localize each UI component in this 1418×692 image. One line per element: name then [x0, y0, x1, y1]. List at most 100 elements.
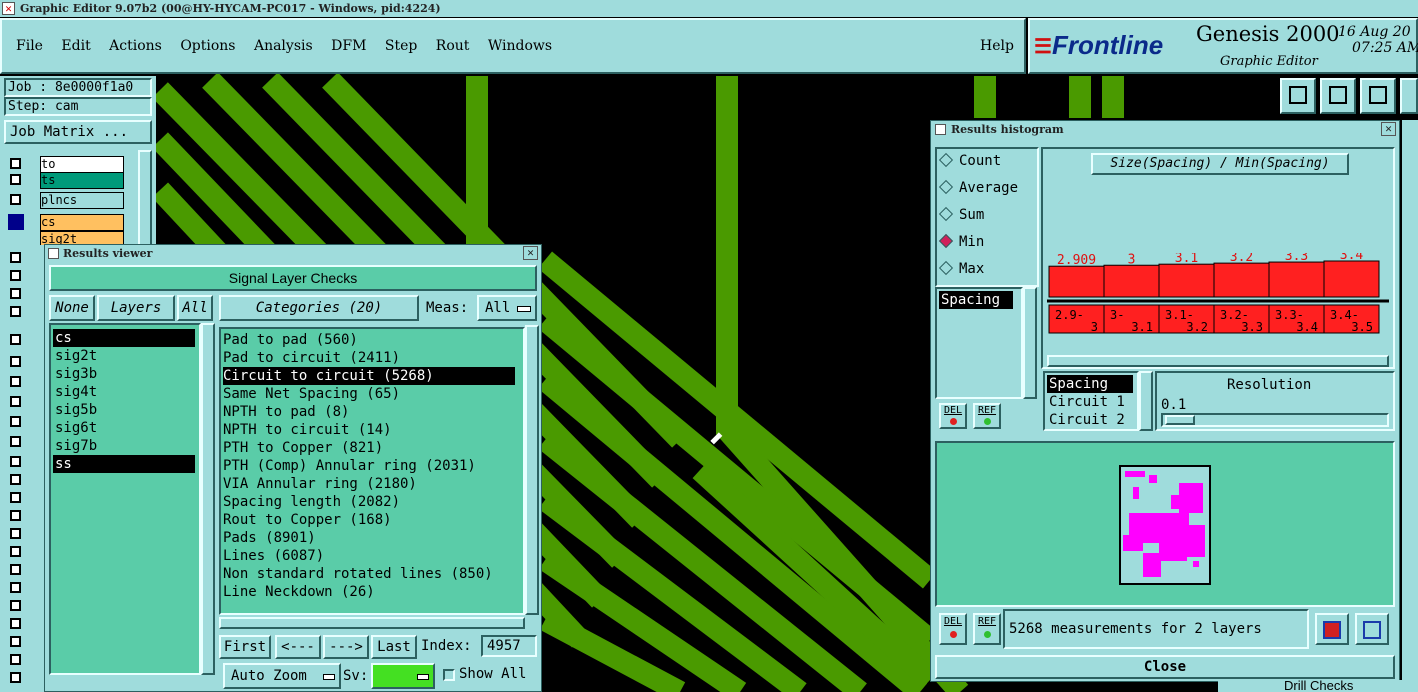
list-item[interactable]: Rout to Copper (168)	[223, 511, 521, 529]
field-scrollbar[interactable]	[1139, 371, 1153, 431]
close-button[interactable]: Close	[935, 655, 1395, 679]
layer-checkbox[interactable]	[10, 306, 21, 317]
menu-windows[interactable]: Windows	[488, 38, 552, 54]
menu-actions[interactable]: Actions	[109, 38, 162, 54]
tool-button-2[interactable]	[1320, 78, 1356, 114]
layer-checkbox[interactable]	[10, 334, 21, 345]
tool-button-3[interactable]	[1360, 78, 1396, 114]
main-window-titlebar[interactable]: ✕ Graphic Editor 9.07b2 (00@HY-HYCAM-PC0…	[0, 0, 1418, 17]
list-item[interactable]: NPTH to circuit (14)	[223, 421, 521, 439]
list-item[interactable]: ss	[53, 455, 195, 473]
slider-thumb[interactable]	[1165, 415, 1195, 425]
window-icon[interactable]: ✕	[2, 2, 15, 15]
layer-checkbox[interactable]	[10, 288, 21, 299]
layer-row[interactable]: ts	[8, 172, 126, 189]
window-icon[interactable]	[935, 124, 946, 135]
layer-checkbox[interactable]	[10, 600, 21, 611]
layer-checkbox[interactable]	[10, 474, 21, 485]
list-item[interactable]: Spacing	[939, 291, 1013, 309]
menu-dfm[interactable]: DFM	[331, 38, 366, 54]
list-item[interactable]: Circuit 1	[1047, 393, 1135, 411]
results-viewer-titlebar[interactable]: Results viewer ✕	[45, 245, 541, 262]
histogram-bar[interactable]	[1048, 265, 1105, 298]
list-item[interactable]: sig5b	[53, 401, 197, 419]
menu-file[interactable]: File	[16, 38, 43, 54]
layer-checkbox[interactable]	[10, 252, 21, 263]
auto-zoom-select[interactable]: Auto Zoom	[223, 663, 341, 689]
mode-min[interactable]: Min	[938, 233, 984, 250]
mode-average[interactable]: Average	[938, 179, 1018, 196]
list-item[interactable]: sig7b	[53, 437, 197, 455]
layer-checkbox[interactable]	[10, 618, 21, 629]
layer-row[interactable]: to	[8, 156, 126, 173]
list-item[interactable]: VIA Annular ring (2180)	[223, 475, 521, 493]
layer-checkbox[interactable]	[10, 672, 21, 683]
show-all-checkbox[interactable]	[443, 669, 455, 681]
none-button[interactable]: None	[49, 295, 95, 321]
board-preview[interactable]	[1119, 465, 1211, 585]
status-del-button[interactable]: DEL	[939, 613, 967, 645]
window-icon[interactable]	[48, 248, 59, 259]
list-item[interactable]: Line Neckdown (26)	[223, 583, 521, 601]
list-item[interactable]: cs	[53, 329, 195, 347]
ref-button[interactable]: REF	[973, 403, 1001, 429]
layer-checkbox[interactable]	[10, 436, 21, 447]
list-item[interactable]: NPTH to pad (8)	[223, 403, 521, 421]
layer-checkbox-active[interactable]	[8, 214, 24, 230]
list-item[interactable]: Circuit to circuit (5268)	[223, 367, 515, 385]
list-item[interactable]: Circuit 2	[1047, 411, 1135, 429]
menu-analysis[interactable]: Analysis	[254, 38, 313, 54]
histogram-titlebar[interactable]: Results histogram ✕	[931, 121, 1399, 138]
first-button[interactable]: First	[219, 635, 271, 659]
layer-checkbox[interactable]	[10, 510, 21, 521]
last-button[interactable]: Last	[371, 635, 417, 659]
list-item[interactable]: Lines (6087)	[223, 547, 521, 565]
histogram-bar[interactable]	[1268, 261, 1325, 298]
layer-checkbox[interactable]	[10, 654, 21, 665]
list-item[interactable]: sig2t	[53, 347, 197, 365]
list-item[interactable]: PTH to Copper (821)	[223, 439, 521, 457]
categories-hscrollbar[interactable]	[219, 617, 525, 629]
list-item[interactable]: Pads (8901)	[223, 529, 521, 547]
layer-checkbox[interactable]	[10, 396, 21, 407]
layer-checkbox[interactable]	[10, 564, 21, 575]
job-matrix-button[interactable]: Job Matrix ...	[4, 120, 152, 144]
list-item[interactable]: Spacing	[1047, 375, 1133, 393]
categories-scrollbar[interactable]	[525, 325, 539, 615]
measure-scrollbar[interactable]	[1023, 287, 1037, 399]
zoom-out-button[interactable]	[1355, 613, 1389, 645]
list-item[interactable]: Pad to pad (560)	[223, 331, 521, 349]
layer-checkbox[interactable]	[10, 376, 21, 387]
layer-checkbox[interactable]	[10, 456, 21, 467]
layer-row[interactable]: sig2t	[8, 231, 126, 245]
resolution-slider[interactable]	[1161, 413, 1389, 427]
layer-checkbox[interactable]	[10, 270, 21, 281]
field-list[interactable]: Spacing Circuit 1 Circuit 2	[1043, 371, 1139, 431]
mode-count[interactable]: Count	[938, 152, 1001, 169]
layer-checkbox[interactable]	[10, 194, 21, 205]
list-item[interactable]: Same Net Spacing (65)	[223, 385, 521, 403]
list-item[interactable]: PTH (Comp) Annular ring (2031)	[223, 457, 521, 475]
layer-checkbox[interactable]	[10, 356, 21, 367]
status-ref-button[interactable]: REF	[973, 613, 1001, 645]
layer-row[interactable]: cs	[8, 214, 126, 231]
menu-rout[interactable]: Rout	[436, 38, 470, 54]
histogram-bar[interactable]	[1158, 263, 1215, 298]
layer-checkbox[interactable]	[10, 528, 21, 539]
layer-checkbox[interactable]	[10, 546, 21, 557]
list-item[interactable]: Spacing length (2082)	[223, 493, 521, 511]
histogram-chart[interactable]: 2.9092.9-333-3.13.13.1-3.23.23.2-3.33.33…	[1047, 253, 1389, 349]
measure-list[interactable]: Spacing	[935, 287, 1023, 399]
layer-checkbox[interactable]	[10, 582, 21, 593]
mode-max[interactable]: Max	[938, 260, 984, 277]
close-icon[interactable]: ✕	[523, 246, 538, 260]
menu-help[interactable]: Help	[980, 38, 1014, 54]
tool-button-4[interactable]	[1400, 78, 1418, 114]
layer-checkbox[interactable]	[10, 174, 21, 185]
chart-hscrollbar[interactable]	[1047, 355, 1389, 367]
histogram-bar[interactable]	[1103, 264, 1160, 298]
prev-button[interactable]: <---	[275, 635, 321, 659]
sv-select[interactable]	[371, 663, 435, 689]
next-button[interactable]: --->	[323, 635, 369, 659]
layer-checkbox[interactable]	[10, 416, 21, 427]
